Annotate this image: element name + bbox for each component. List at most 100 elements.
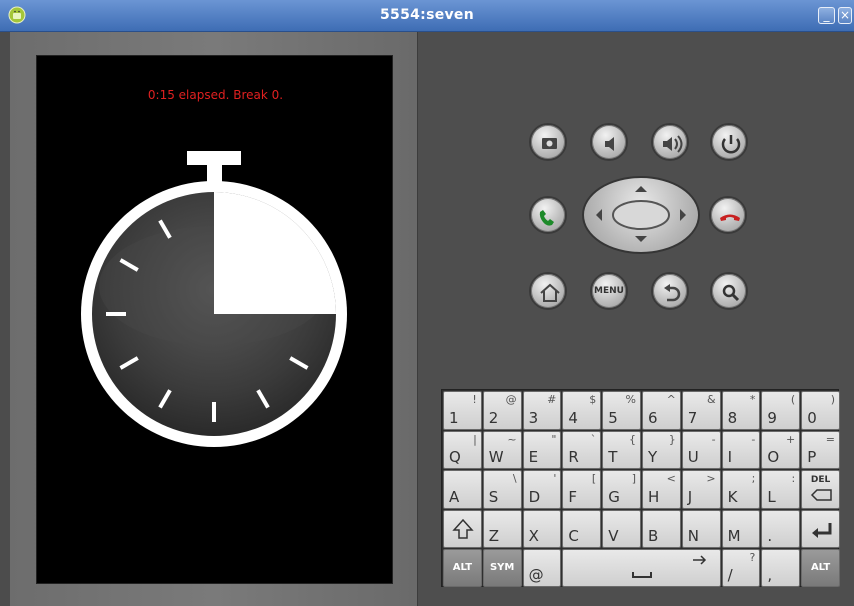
key-label: X	[528, 527, 539, 546]
key-label: /	[727, 565, 733, 584]
key-sym[interactable]: SYM	[482, 549, 522, 587]
call-icon	[539, 210, 554, 226]
key-label: C	[568, 527, 579, 546]
key-h[interactable]: H <	[642, 470, 681, 509]
window-title: 5554:seven	[380, 7, 474, 23]
key-alt-label: -	[751, 432, 756, 446]
key-alt-label: [	[591, 472, 597, 486]
power-button[interactable]	[710, 123, 748, 161]
key-alt-label: ^	[666, 393, 676, 406]
key-alt-label: !	[472, 393, 477, 406]
key-label: S	[488, 487, 499, 506]
key-label: L	[767, 487, 776, 506]
key-label: @	[528, 565, 544, 584]
key-label: D	[528, 487, 541, 506]
key-label: N	[687, 527, 700, 546]
key-label: Y	[648, 448, 658, 467]
key-e[interactable]: E "	[522, 430, 562, 470]
end-call-button[interactable]	[709, 196, 747, 234]
key-alt-label: >	[706, 472, 716, 486]
key-alt-label: {	[628, 432, 636, 446]
key-z[interactable]: Z	[482, 509, 522, 549]
key-shift[interactable]	[443, 509, 482, 549]
device-screen[interactable]: 0:15 elapsed. Break 0.	[36, 55, 393, 584]
key-label: ,	[767, 565, 773, 584]
key-u[interactable]: U-	[681, 430, 721, 470]
key-label: 3	[528, 408, 539, 427]
key-v[interactable]: V	[602, 509, 641, 549]
key-4[interactable]: 4 $	[562, 391, 602, 430]
key-label: 9	[767, 408, 777, 427]
key-alt-label: ?	[749, 551, 756, 565]
volume-down-button[interactable]	[590, 123, 628, 161]
key-8[interactable]: 8 *	[721, 391, 761, 430]
close-button[interactable]: ×	[838, 7, 852, 24]
key-k[interactable]: K;	[721, 470, 761, 509]
key-alt-label: @	[505, 393, 517, 406]
key-a[interactable]: A	[443, 470, 482, 509]
key-at[interactable]: @	[522, 549, 562, 587]
key-0[interactable]: 0)	[801, 391, 840, 430]
call-button[interactable]	[529, 196, 567, 234]
key-2[interactable]: 2 @	[482, 391, 522, 430]
key-alt-left[interactable]: ALT	[443, 549, 482, 587]
key-n[interactable]: N	[681, 509, 721, 549]
backspace-icon	[811, 489, 832, 501]
key-alt-right[interactable]: ALT	[801, 549, 840, 587]
key-label: E	[528, 448, 539, 467]
key-c[interactable]: C	[562, 509, 602, 549]
key-slash[interactable]: /?	[721, 549, 761, 587]
key-6[interactable]: 6 ^	[642, 391, 681, 430]
key-b[interactable]: B	[642, 509, 681, 549]
key-3[interactable]: 3 #	[522, 391, 562, 430]
key-p[interactable]: P =	[801, 430, 840, 470]
menu-button[interactable]: MENU	[590, 272, 628, 310]
key-alt-label: -	[711, 432, 716, 446]
key-7[interactable]: 7 &	[681, 391, 721, 430]
key-y[interactable]: Y}	[642, 430, 681, 470]
key-s[interactable]: S \	[482, 470, 522, 509]
home-button[interactable]	[529, 272, 567, 310]
volume-up-button[interactable]	[651, 123, 689, 161]
key-j[interactable]: J >	[681, 470, 721, 509]
key-alt-label: '	[553, 472, 557, 486]
key-alt-label: =	[825, 432, 835, 446]
key-del[interactable]: DEL	[801, 470, 840, 509]
key-5[interactable]: 5%	[602, 391, 641, 430]
camera-button[interactable]	[529, 123, 567, 161]
key-x[interactable]: X	[522, 509, 562, 549]
key-alt-label: |	[473, 432, 477, 446]
key-alt-label: )	[830, 393, 835, 406]
key-f[interactable]: F[	[562, 470, 602, 509]
key-1[interactable]: 1!	[443, 391, 482, 430]
key-label: 5	[608, 408, 618, 427]
key-o[interactable]: O +	[761, 430, 801, 470]
key-l[interactable]: L:	[761, 470, 801, 509]
stopwatch-stem	[207, 164, 222, 184]
key-t[interactable]: T{	[602, 430, 641, 470]
window-titlebar: 5554:seven _ ×	[0, 0, 854, 32]
key-space[interactable]	[562, 549, 721, 587]
minimize-button[interactable]: _	[818, 7, 835, 24]
key-d[interactable]: D '	[522, 470, 562, 509]
stopwatch-graphic[interactable]	[37, 56, 394, 585]
key-i[interactable]: I-	[721, 430, 761, 470]
key-alt-label: %	[625, 393, 636, 406]
dpad[interactable]	[582, 176, 700, 254]
key-w[interactable]: W ~	[482, 430, 522, 470]
key-label: I	[727, 448, 733, 467]
back-button[interactable]	[651, 272, 689, 310]
dpad-right-icon	[680, 209, 686, 221]
key-9[interactable]: 9(	[761, 391, 801, 430]
elapsed-wedge	[214, 192, 336, 314]
key-q[interactable]: Q |	[443, 430, 482, 470]
key-period[interactable]: .	[761, 509, 801, 549]
key-m[interactable]: M	[721, 509, 761, 549]
key-enter[interactable]	[801, 509, 840, 549]
key-r[interactable]: R `	[562, 430, 602, 470]
search-button[interactable]	[710, 272, 748, 310]
key-alt-label: +	[785, 432, 796, 446]
end-call-icon	[720, 214, 740, 221]
key-g[interactable]: G]	[602, 470, 641, 509]
key-comma[interactable]: ,	[761, 549, 801, 587]
